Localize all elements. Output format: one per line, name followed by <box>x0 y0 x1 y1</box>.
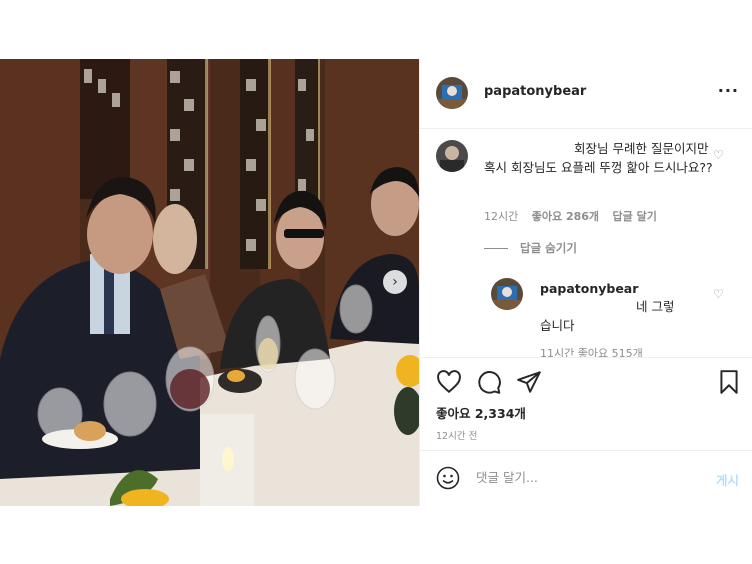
post-username[interactable]: papatonybear <box>484 84 586 99</box>
comment-input[interactable] <box>476 470 696 485</box>
avatar[interactable] <box>436 77 468 109</box>
divider <box>484 248 508 249</box>
comment-icon[interactable] <box>476 369 502 395</box>
likes-count[interactable]: 좋아요 2,334개 <box>436 403 526 422</box>
chevron-right-icon: › <box>392 274 398 290</box>
reply-like-heart-icon[interactable]: ♡ <box>713 287 724 301</box>
post-comment-button[interactable]: 게시 <box>716 470 739 489</box>
comment-likes-link[interactable]: 좋아요 286개 <box>532 210 599 223</box>
comments-list[interactable]: 회장님 무례한 질문이지만 혹시 회장님도 요플레 뚜껑 핥아 드시나요?? ♡… <box>420 129 752 357</box>
heart-icon[interactable] <box>436 369 462 395</box>
reply-username[interactable]: papatonybear <box>540 281 638 296</box>
bookmark-icon[interactable] <box>716 369 742 395</box>
dinner-photo <box>0 59 419 506</box>
post-photo[interactable]: › <box>0 59 419 506</box>
comment-like-heart-icon[interactable]: ♡ <box>713 148 724 162</box>
hide-replies-label: 답글 숨기기 <box>520 241 577 255</box>
comment-meta: 12시간 좋아요 286개 답글 달기 <box>484 208 667 224</box>
comment-text: 회장님 무례한 질문이지만 혹시 회장님도 요플레 뚜껑 핥아 드시나요?? <box>484 141 713 175</box>
post-side-panel: papatonybear ··· 회장님 무례한 질문이지만 혹시 회장님도 요… <box>419 59 752 506</box>
more-icon[interactable]: ··· <box>718 81 739 100</box>
post-header: papatonybear ··· <box>420 59 752 129</box>
reply-text: 네 그렇 습니다 <box>540 297 720 335</box>
reply-text-part-b: 습니다 <box>540 318 575 333</box>
hide-replies-toggle[interactable]: 답글 숨기기 <box>484 240 577 256</box>
reply-text-part-a: 네 그렇 <box>636 299 675 314</box>
carousel-next-button[interactable]: › <box>383 270 407 294</box>
share-icon[interactable] <box>516 369 542 395</box>
comment-reply-link[interactable]: 답글 달기 <box>613 210 657 223</box>
avatar[interactable] <box>491 278 523 310</box>
emoji-icon[interactable] <box>436 466 460 490</box>
reply-meta: 11시간 좋아요 515개 <box>540 347 643 357</box>
add-comment-bar: 게시 <box>420 450 752 507</box>
comment-time: 12시간 <box>484 210 519 223</box>
avatar[interactable] <box>436 140 468 172</box>
post-timestamp: 12시간 전 <box>436 431 478 442</box>
